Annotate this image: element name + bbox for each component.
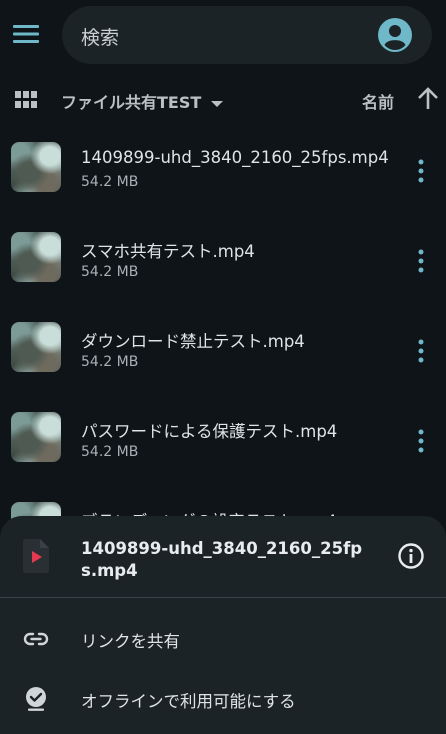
- more-options-icon[interactable]: [412, 427, 430, 455]
- more-options-icon[interactable]: [412, 247, 430, 275]
- search-placeholder: 検索: [81, 27, 120, 49]
- folder-toolbar: ファイル共有TEST 名前: [0, 80, 446, 120]
- account-avatar-icon[interactable]: [376, 16, 414, 54]
- video-thumbnail: [11, 412, 61, 462]
- grid-view-icon[interactable]: [14, 88, 38, 112]
- make-available-offline-menu-item[interactable]: オフラインで利用可能にする: [0, 670, 446, 726]
- file-size: 54.2 MB: [81, 174, 139, 190]
- sheet-file-title: 1409899-uhd_3840_2160_25fps.mp4: [81, 539, 363, 580]
- file-size: 54.2 MB: [81, 444, 139, 460]
- sheet-divider: [0, 597, 446, 598]
- hamburger-menu-icon[interactable]: [12, 20, 40, 48]
- file-item[interactable]: スマホ共有テスト.mp4 54.2 MB: [0, 218, 446, 306]
- file-name: ダウンロード禁止テスト.mp4: [81, 332, 305, 351]
- video-thumbnail: [11, 322, 61, 372]
- file-size: 54.2 MB: [81, 264, 139, 280]
- more-options-icon[interactable]: [412, 157, 430, 185]
- share-link-label: リンクを共有: [81, 632, 180, 651]
- file-name: スマホ共有テスト.mp4: [81, 242, 255, 261]
- top-bar: 検索: [0, 0, 446, 72]
- info-icon[interactable]: [397, 542, 425, 570]
- file-item[interactable]: パスワードによる保護テスト.mp4 54.2 MB: [0, 398, 446, 486]
- share-link-menu-item[interactable]: リンクを共有: [0, 610, 446, 666]
- bottom-sheet: 1409899-uhd_3840_2160_25fps.mp4 リンクを共有 オ…: [0, 516, 446, 734]
- file-item[interactable]: ダウンロード禁止テスト.mp4 54.2 MB: [0, 308, 446, 396]
- video-thumbnail: [11, 232, 61, 282]
- more-options-icon[interactable]: [412, 337, 430, 365]
- link-icon: [23, 626, 49, 652]
- video-thumbnail: [11, 142, 61, 192]
- file-name: パスワードによる保護テスト.mp4: [81, 422, 338, 441]
- sort-label[interactable]: 名前: [362, 89, 394, 113]
- file-item[interactable]: 1409899-uhd_3840_2160_25fps.mp4 54.2 MB: [0, 128, 446, 216]
- sort-ascending-arrow-icon[interactable]: [416, 86, 440, 112]
- file-size: 54.2 MB: [81, 354, 139, 370]
- make-available-offline-label: オフラインで利用可能にする: [81, 692, 296, 711]
- dropdown-arrow-icon[interactable]: [210, 94, 224, 107]
- search-input[interactable]: 検索: [62, 6, 432, 64]
- video-file-icon: [23, 539, 49, 573]
- offline-check-icon: [23, 686, 49, 712]
- folder-name[interactable]: ファイル共有TEST: [61, 89, 201, 113]
- file-name: 1409899-uhd_3840_2160_25fps.mp4: [81, 148, 389, 167]
